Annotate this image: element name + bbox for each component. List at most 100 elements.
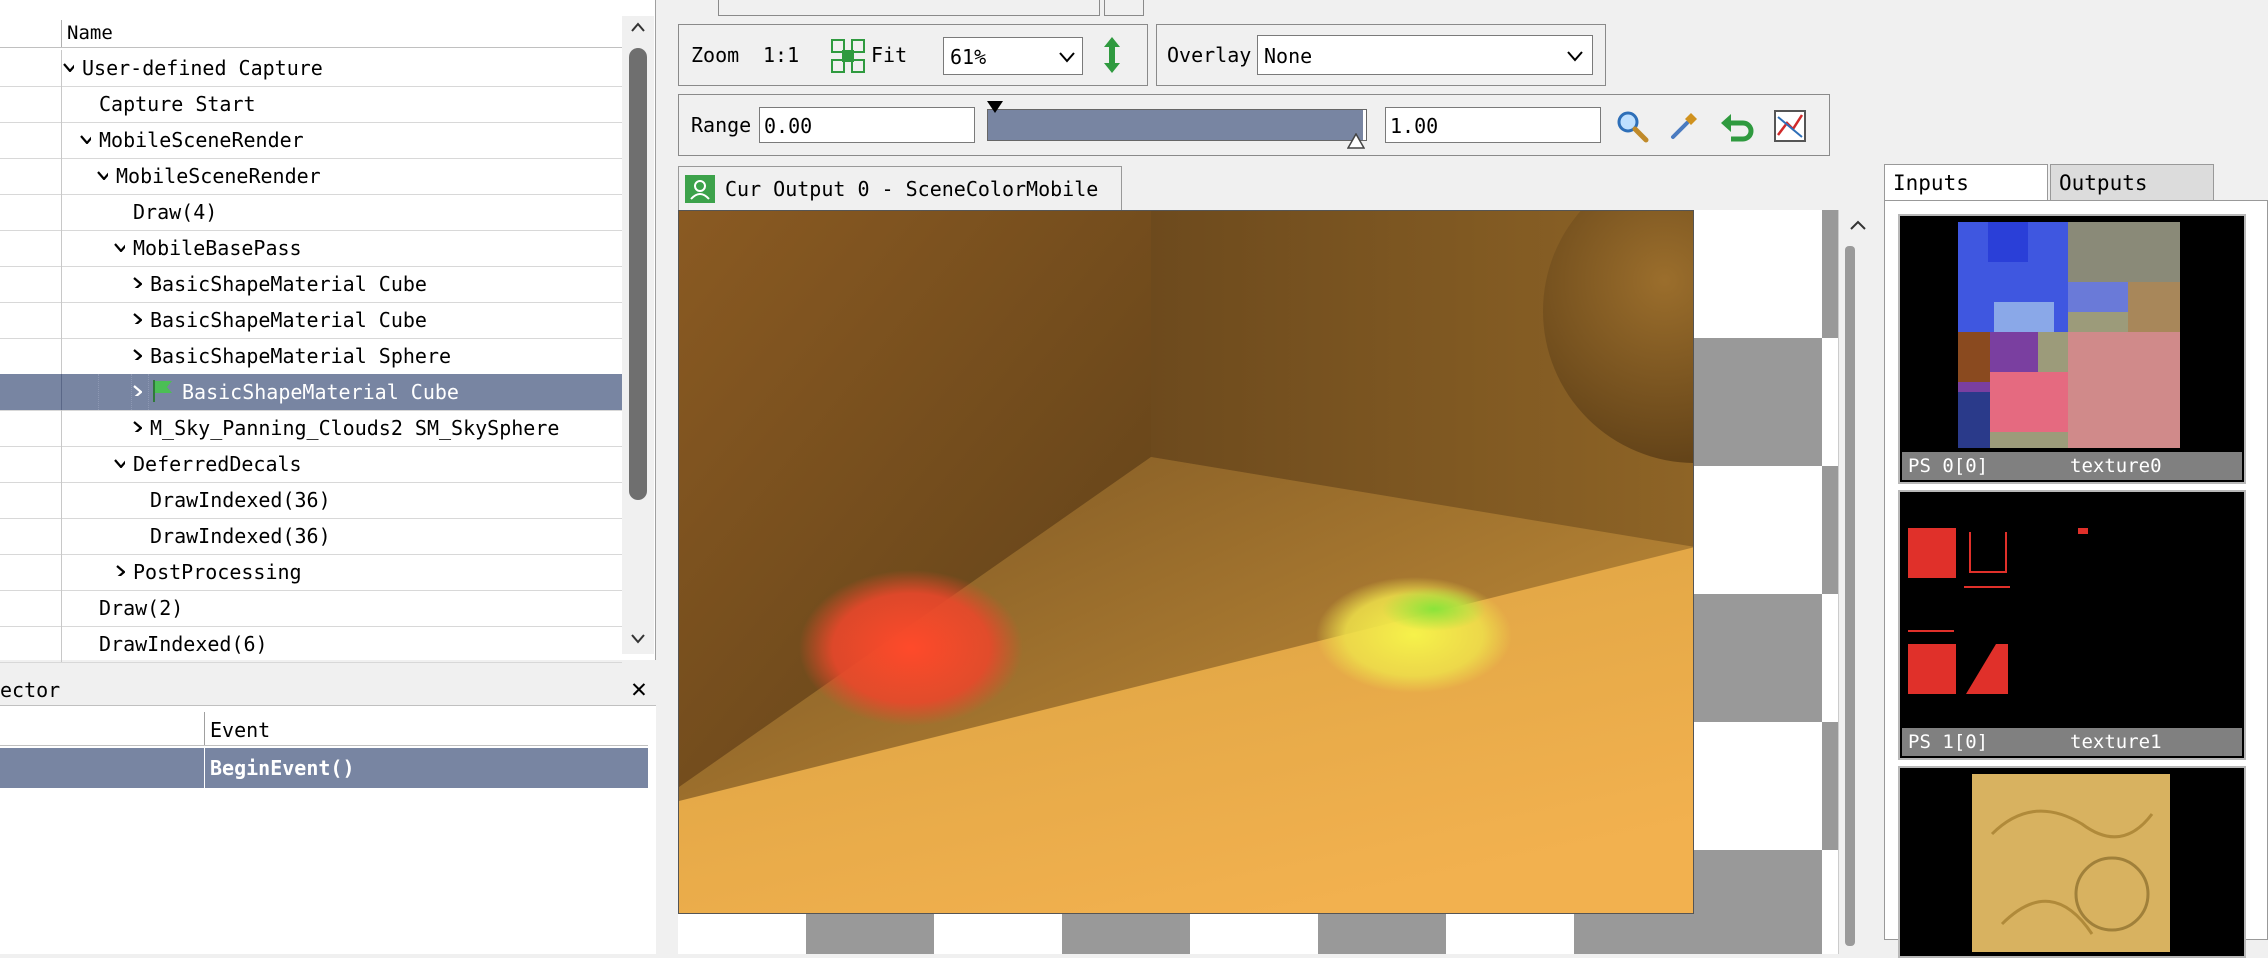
texture-thumbnail[interactable] bbox=[1898, 766, 2246, 958]
tree-row-label: Draw(2) bbox=[99, 596, 184, 620]
tree-row-label: PostProcessing bbox=[133, 560, 302, 584]
close-icon[interactable]: ✕ bbox=[624, 674, 654, 704]
overlay-value: None bbox=[1264, 44, 1313, 68]
scroll-down-icon[interactable] bbox=[630, 632, 646, 646]
tree-row[interactable]: DrawIndexed(6) bbox=[0, 626, 622, 663]
tree-row[interactable]: DeferredDecals bbox=[0, 446, 622, 483]
tab-cur-output-title: Cur Output 0 - SceneColorMobile bbox=[725, 177, 1099, 201]
texture-viewport[interactable] bbox=[678, 210, 1694, 914]
scene-color-render bbox=[679, 211, 1693, 913]
chevron-right-icon[interactable] bbox=[130, 312, 142, 324]
tab-outputs[interactable]: Outputs bbox=[2050, 164, 2214, 202]
overlay-label: Overlay bbox=[1167, 43, 1252, 67]
range-label: Range bbox=[691, 113, 752, 137]
tab-cur-output[interactable]: Cur Output 0 - SceneColorMobile bbox=[678, 166, 1122, 210]
viewer-scrollbar[interactable] bbox=[1838, 210, 1876, 954]
chevron-down-icon[interactable] bbox=[113, 456, 125, 468]
tree-row[interactable]: Draw(4) bbox=[0, 194, 622, 231]
tree-row[interactable]: DrawIndexed(36) bbox=[0, 518, 622, 555]
zoom-select[interactable]: 61% bbox=[943, 37, 1083, 75]
thumbnail-caption: PS 1[0] texture1 bbox=[1902, 728, 2242, 756]
column-name-header[interactable]: Name bbox=[67, 22, 113, 44]
chevron-down-icon[interactable] bbox=[62, 60, 74, 72]
bookmark-flag-icon[interactable] bbox=[150, 378, 176, 404]
tab-inputs[interactable]: Inputs bbox=[1884, 164, 2048, 202]
tree-scrollbar[interactable] bbox=[622, 16, 654, 654]
chevron-down-icon bbox=[1059, 52, 1075, 63]
range-fill bbox=[988, 110, 1363, 140]
tree-row[interactable]: PostProcessing bbox=[0, 554, 622, 591]
tree-row-label: MobileSceneRender bbox=[99, 128, 304, 152]
top-toolbar-remnant-2 bbox=[1104, 0, 1144, 16]
texture0-preview bbox=[1958, 222, 2180, 448]
inspector-title-bar: ector bbox=[0, 672, 656, 706]
top-toolbar-remnant bbox=[718, 0, 1100, 16]
tree-row[interactable]: BasicShapeMaterial Sphere bbox=[0, 338, 622, 375]
tree-row[interactable]: MobileSceneRender bbox=[0, 122, 622, 159]
range-max-value: 1.00 bbox=[1390, 114, 1439, 138]
range-max-input[interactable]: 1.00 bbox=[1385, 107, 1601, 143]
chevron-right-icon[interactable] bbox=[130, 384, 142, 396]
chevron-down-icon[interactable] bbox=[96, 168, 108, 180]
chevron-right-icon[interactable] bbox=[130, 420, 142, 432]
zoom-label: Zoom bbox=[691, 43, 740, 67]
tree-row[interactable]: M_Sky_Panning_Clouds2 SM_SkySphere bbox=[0, 410, 622, 447]
chevron-down-icon[interactable] bbox=[113, 240, 125, 252]
scroll-up-icon[interactable] bbox=[630, 20, 646, 34]
tree-row[interactable]: MobileBasePass bbox=[0, 230, 622, 267]
range-min-value: 0.00 bbox=[764, 114, 813, 138]
tree-scroll-thumb[interactable] bbox=[629, 48, 647, 500]
viewer-scroll-thumb[interactable] bbox=[1845, 246, 1855, 946]
fit-button[interactable]: Fit bbox=[871, 43, 907, 67]
overlay-toolbar: Overlay None bbox=[1156, 24, 1606, 86]
texture-thumbnail[interactable]: PS 0[0] texture0 bbox=[1898, 214, 2246, 484]
scroll-up-icon[interactable] bbox=[1849, 218, 1867, 232]
thumbnail-slot: PS 0[0] bbox=[1908, 455, 1989, 477]
tree-row[interactable]: MobileSceneRender bbox=[0, 158, 622, 195]
chevron-right-icon[interactable] bbox=[130, 276, 142, 288]
inspector-header: Event bbox=[0, 712, 648, 746]
flip-vertical-icon[interactable] bbox=[1101, 35, 1123, 75]
tree-row[interactable]: User-defined Capture bbox=[0, 50, 622, 87]
tree-row-label: BasicShapeMaterial Cube bbox=[182, 380, 459, 404]
chevron-down-icon[interactable] bbox=[79, 132, 91, 144]
thumbnail-slot: PS 1[0] bbox=[1908, 731, 1989, 753]
range-high-handle[interactable] bbox=[1347, 133, 1366, 149]
tree-row-label: Draw(4) bbox=[133, 200, 218, 224]
inspector-event-value: BeginEvent() bbox=[210, 756, 355, 780]
tree-row-label: DrawIndexed(6) bbox=[99, 632, 268, 656]
texture-thumbnail[interactable]: PS 1[0] texture1 bbox=[1898, 490, 2246, 760]
histogram-icon[interactable] bbox=[1773, 109, 1807, 143]
tree-row-label: DrawIndexed(36) bbox=[150, 524, 331, 548]
zoom-one-to-one-button[interactable]: 1:1 bbox=[763, 43, 799, 67]
zoom-value: 61% bbox=[950, 45, 987, 69]
auto-fit-range-icon[interactable] bbox=[1615, 109, 1649, 143]
tree-row[interactable]: BasicShapeMaterial Cube bbox=[0, 266, 622, 303]
chevron-right-icon[interactable] bbox=[113, 564, 125, 576]
tree-row-label: BasicShapeMaterial Cube bbox=[150, 308, 427, 332]
tree-row-label: Capture Start bbox=[99, 92, 256, 116]
tree-header: Name bbox=[0, 20, 622, 48]
reset-range-icon[interactable] bbox=[1719, 109, 1755, 143]
texture1-preview bbox=[1908, 528, 2088, 694]
chevron-right-icon[interactable] bbox=[130, 348, 142, 360]
chevron-down-icon bbox=[1567, 51, 1583, 62]
tree-row[interactable]: DrawIndexed(36) bbox=[0, 482, 622, 519]
tree-row[interactable]: BasicShapeMaterial Cube bbox=[0, 374, 622, 411]
thumbnail-caption: PS 0[0] texture0 bbox=[1902, 452, 2242, 480]
tree-row[interactable]: Draw(2) bbox=[0, 590, 622, 627]
pipette-icon[interactable] bbox=[1667, 109, 1701, 143]
range-low-handle[interactable] bbox=[987, 101, 1003, 115]
thumbnail-name: texture0 bbox=[2070, 455, 2162, 477]
tree-row-label: MobileBasePass bbox=[133, 236, 302, 260]
range-min-input[interactable]: 0.00 bbox=[759, 107, 975, 143]
range-slider[interactable] bbox=[987, 101, 1367, 149]
tree-row[interactable]: Capture Start bbox=[0, 86, 622, 123]
inspector-row-selected[interactable]: BeginEvent() bbox=[0, 748, 648, 788]
tree-row[interactable]: BasicShapeMaterial Cube bbox=[0, 302, 622, 339]
overlay-select[interactable]: None bbox=[1257, 35, 1593, 75]
column-event-header[interactable]: Event bbox=[210, 718, 270, 742]
tree-row-label: User-defined Capture bbox=[82, 56, 323, 80]
fit-icon[interactable] bbox=[831, 39, 865, 73]
thumbnail-name: texture1 bbox=[2070, 731, 2162, 753]
